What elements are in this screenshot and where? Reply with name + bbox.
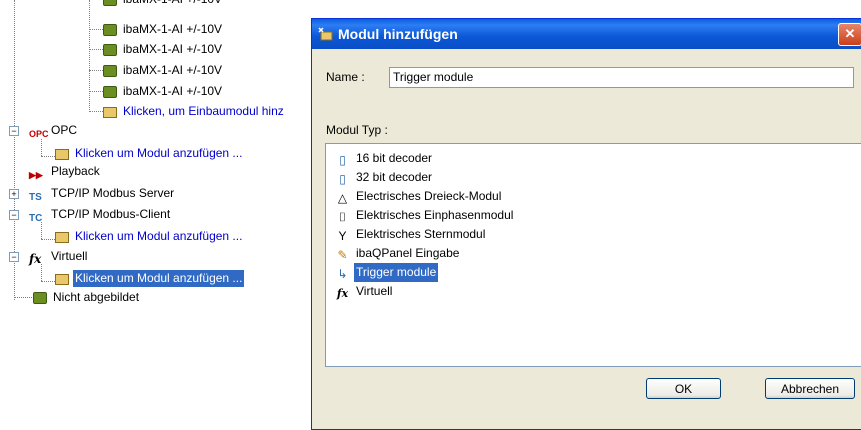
module-type-label: Modul Typ : bbox=[326, 123, 388, 137]
tree-item-modbus-server[interactable]: TS TCP/IP Modbus Server bbox=[29, 185, 176, 203]
tree-line bbox=[89, 70, 103, 71]
module-icon bbox=[33, 292, 47, 304]
triangle-icon: △ bbox=[337, 191, 348, 205]
tree-item-label: OPC bbox=[51, 123, 78, 137]
fx-icon: fx bbox=[29, 252, 42, 266]
tree-item-label: ibaMX-1-AI +/-10V bbox=[123, 22, 223, 36]
module-type-label-text: 32 bit decoder bbox=[356, 170, 433, 184]
add-module-icon bbox=[55, 232, 69, 243]
collapse-toggle[interactable]: − bbox=[9, 126, 19, 136]
add-module-icon bbox=[55, 149, 69, 160]
star-icon: Y bbox=[338, 229, 347, 243]
tree-item-ibamx-2[interactable]: ibaMX-1-AI +/-10V bbox=[103, 41, 224, 58]
modbus-client-icon: TC bbox=[29, 213, 43, 224]
tree-item-add-builtin-module[interactable]: Klicken, um Einbaumodul hinz bbox=[103, 103, 286, 120]
expand-toggle[interactable]: + bbox=[9, 189, 19, 199]
module-type-list[interactable]: ▯ 16 bit decoder ▯ 32 bit decoder △ Electri… bbox=[325, 143, 861, 367]
tree-line bbox=[41, 281, 55, 282]
tree-item-label: Playback bbox=[51, 164, 100, 178]
module-type-label-text: Electrisches Dreieck-Modul bbox=[356, 189, 502, 203]
decoder-icon: ▯ bbox=[339, 172, 346, 186]
tree-item-ibamx-4[interactable]: ibaMX-1-AI +/-10V bbox=[103, 83, 224, 100]
dialog-titlebar[interactable]: Modul hinzufügen ✕ bbox=[312, 19, 861, 49]
module-type-label-text: Elektrisches Einphasenmodul bbox=[356, 208, 514, 222]
tree-item-add-module-modbus[interactable]: Klicken um Modul anzufügen ... bbox=[55, 228, 244, 245]
module-type-label-text: 16 bit decoder bbox=[356, 151, 433, 165]
module-icon bbox=[103, 86, 117, 98]
tree-item-label: ibaMX-1-AI +/-10V bbox=[123, 63, 223, 77]
opc-icon: OPC bbox=[29, 129, 49, 139]
module-type-item[interactable]: ⌷ Elektrisches Einphasenmodul bbox=[335, 206, 515, 225]
tree-item-add-module-virtuell[interactable]: Klicken um Modul anzufügen ... bbox=[55, 270, 245, 287]
tree-item-add-module-opc[interactable]: Klicken um Modul anzufügen ... bbox=[55, 145, 244, 162]
tree-item-label: TCP/IP Modbus Server bbox=[51, 186, 175, 200]
tree-item-virtuell[interactable]: fx Virtuell bbox=[29, 248, 89, 266]
tree-line bbox=[41, 264, 42, 281]
playback-icon: ▶▶ bbox=[29, 170, 43, 180]
add-module-dialog: Modul hinzufügen ✕ Name : Trigger module… bbox=[311, 18, 861, 430]
fx-icon: fx bbox=[336, 287, 349, 300]
ok-button[interactable]: OK bbox=[646, 378, 721, 399]
tree-line bbox=[14, 297, 32, 298]
module-type-label-text: Trigger module bbox=[354, 263, 439, 282]
tree-item-cut[interactable]: ibaMX-1-AI +/-10V bbox=[103, 0, 224, 8]
add-module-icon bbox=[55, 274, 69, 285]
module-type-item[interactable]: Y Elektrisches Sternmodul bbox=[335, 225, 487, 244]
add-module-icon bbox=[318, 27, 333, 41]
tree-item-label: ibaMX-1-AI +/-10V bbox=[123, 84, 223, 98]
module-type-item[interactable]: ▯ 32 bit decoder bbox=[335, 168, 434, 187]
decoder-icon: ▯ bbox=[339, 153, 346, 167]
tree-item-label: Nicht abgebildet bbox=[53, 290, 140, 304]
collapse-toggle[interactable]: − bbox=[9, 210, 19, 220]
module-type-label-text: Virtuell bbox=[356, 284, 393, 298]
module-icon bbox=[103, 0, 117, 6]
modbus-server-icon: TS bbox=[29, 192, 42, 203]
tree-line bbox=[41, 156, 55, 157]
pencil-icon: ✎ bbox=[337, 248, 348, 262]
tree-item-ibamx-3[interactable]: ibaMX-1-AI +/-10V bbox=[103, 62, 224, 79]
tree-line bbox=[41, 139, 42, 156]
tree-line bbox=[89, 49, 103, 50]
close-button[interactable]: ✕ bbox=[838, 23, 861, 46]
tree-item-label: ibaMX-1-AI +/-10V bbox=[123, 42, 223, 56]
tree-item-opc[interactable]: OPC OPC bbox=[29, 122, 79, 139]
module-type-item[interactable]: ▯ 16 bit decoder bbox=[335, 149, 434, 168]
module-type-item-selected[interactable]: ↳ Trigger module bbox=[335, 263, 439, 282]
tree-item-playback[interactable]: ▶▶ Playback bbox=[29, 163, 102, 180]
module-type-label-text: Elektrisches Sternmodul bbox=[356, 227, 486, 241]
tree-line bbox=[41, 239, 55, 240]
tree-item-label: ibaMX-1-AI +/-10V bbox=[121, 0, 224, 8]
tree-item-ibamx-1[interactable]: ibaMX-1-AI +/-10V bbox=[103, 21, 224, 38]
tree-item-label: Virtuell bbox=[51, 249, 88, 263]
tree-line bbox=[89, 29, 103, 30]
tree-line bbox=[41, 222, 42, 239]
add-module-icon bbox=[103, 107, 117, 118]
tree-item-label: TCP/IP Modbus-Client bbox=[51, 207, 171, 221]
collapse-toggle[interactable]: − bbox=[9, 252, 19, 262]
cancel-button[interactable]: Abbrechen bbox=[765, 378, 855, 399]
module-tree: ibaMX-1-AI +/-10V ibaMX-1-AI +/-10V ibaM… bbox=[0, 0, 320, 421]
tree-item-not-mapped[interactable]: Nicht abgebildet bbox=[33, 289, 141, 306]
tree-item-modbus-client[interactable]: TC TCP/IP Modbus-Client bbox=[29, 206, 172, 224]
module-type-item[interactable]: △ Electrisches Dreieck-Modul bbox=[335, 187, 503, 206]
module-type-label-text: ibaQPanel Eingabe bbox=[356, 246, 460, 260]
module-icon bbox=[103, 65, 117, 77]
tree-item-label: Klicken, um Einbaumodul hinz bbox=[123, 104, 284, 118]
module-icon bbox=[103, 44, 117, 56]
module-type-item[interactable]: fx Virtuell bbox=[335, 282, 394, 301]
tree-item-label: Klicken um Modul anzufügen ... bbox=[75, 229, 243, 243]
tree-item-label: Klicken um Modul anzufügen ... bbox=[73, 270, 245, 287]
tree-line bbox=[89, 91, 103, 92]
name-label: Name : bbox=[326, 70, 365, 84]
dialog-title: Modul hinzufügen bbox=[338, 26, 458, 42]
module-type-item[interactable]: ✎ ibaQPanel Eingabe bbox=[335, 244, 461, 263]
tree-line bbox=[89, 0, 90, 112]
single-phase-icon: ⌷ bbox=[338, 210, 347, 224]
module-icon bbox=[103, 24, 117, 36]
tree-item-label: Klicken um Modul anzufügen ... bbox=[75, 146, 243, 160]
trigger-arrow-icon: ↳ bbox=[337, 267, 348, 281]
tree-line bbox=[89, 111, 103, 112]
name-input[interactable]: Trigger module bbox=[389, 67, 854, 88]
